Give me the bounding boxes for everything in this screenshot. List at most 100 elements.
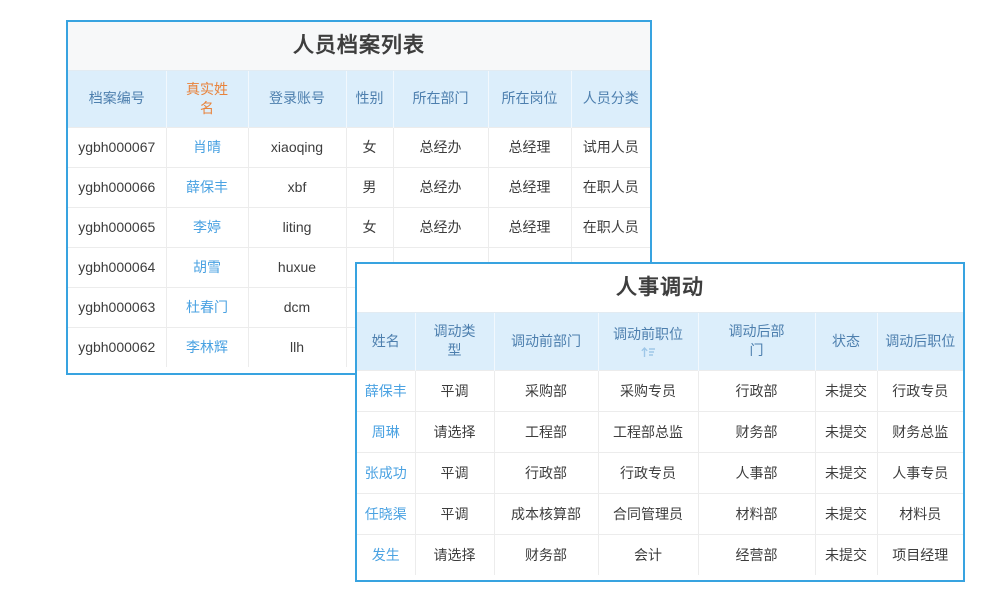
cell-position-before: 采购专员: [598, 370, 698, 411]
column-header-dept-before: 调动前部门: [494, 313, 598, 370]
cell-position-after: 财务总监: [877, 411, 963, 452]
column-header-category: 人员分类: [571, 71, 650, 127]
column-header-dept-after: 调动后部 门: [698, 313, 815, 370]
name-link[interactable]: 任晓渠: [365, 506, 407, 522]
column-header-position-after: 调动后职位: [877, 313, 963, 370]
name-link[interactable]: 发生: [372, 547, 400, 563]
column-label: 登录账号: [269, 89, 325, 108]
header-row: 档案编号 真实姓 名 登录账号 性别所在部门所在岗位 人员分类: [68, 71, 650, 127]
real-name-link[interactable]: 肖晴: [193, 139, 221, 155]
archive-panel-title: 人员档案列表: [68, 22, 650, 71]
cell-category: 在职人员: [571, 207, 650, 247]
cell-name: 张成功: [357, 452, 415, 493]
cell-name: 发生: [357, 534, 415, 575]
sort-icon[interactable]: [640, 346, 656, 358]
real-name-link[interactable]: 杜春门: [186, 299, 228, 315]
column-label: 档案编号: [89, 89, 145, 108]
table-row: 薛保丰平调采购部采购专员行政部未提交行政专员: [357, 370, 963, 411]
cell-dept-before: 财务部: [494, 534, 598, 575]
cell-status: 未提交: [815, 411, 877, 452]
cell-position-before: 行政专员: [598, 452, 698, 493]
cell-login-account: liting: [248, 207, 346, 247]
cell-dept-after: 行政部: [698, 370, 815, 411]
column-header-department: 所在部门: [393, 71, 488, 127]
cell-dept-after: 材料部: [698, 493, 815, 534]
table-row: 周琳请选择工程部工程部总监财务部未提交财务总监: [357, 411, 963, 452]
column-header-transfer-type: 调动类 型: [415, 313, 494, 370]
cell-position-after: 项目经理: [877, 534, 963, 575]
column-header-position: 所在岗位: [488, 71, 571, 127]
cell-dept-before: 采购部: [494, 370, 598, 411]
cell-login-account: huxue: [248, 247, 346, 287]
cell-position-after: 材料员: [877, 493, 963, 534]
cell-name: 薛保丰: [357, 370, 415, 411]
cell-transfer-type[interactable]: 请选择: [415, 411, 494, 452]
column-header-real-name: 真实姓 名: [166, 71, 248, 127]
cell-status: 未提交: [815, 534, 877, 575]
cell-archive-no: ygbh000066: [68, 167, 166, 207]
cell-category: 试用人员: [571, 127, 650, 167]
column-label: 真实姓 名: [186, 80, 228, 118]
name-link[interactable]: 薛保丰: [365, 383, 407, 399]
cell-transfer-type[interactable]: 请选择: [415, 534, 494, 575]
table-row: 张成功平调行政部行政专员人事部未提交人事专员: [357, 452, 963, 493]
real-name-link[interactable]: 胡雪: [193, 259, 221, 275]
column-label: 所在岗位: [502, 89, 558, 108]
cell-real-name: 肖晴: [166, 127, 248, 167]
cell-transfer-type[interactable]: 平调: [415, 370, 494, 411]
cell-archive-no: ygbh000064: [68, 247, 166, 287]
table-row: 任晓渠平调成本核算部合同管理员材料部未提交材料员: [357, 493, 963, 534]
cell-real-name: 薛保丰: [166, 167, 248, 207]
cell-position-after: 人事专员: [877, 452, 963, 493]
cell-archive-no: ygbh000067: [68, 127, 166, 167]
column-header-archive-no: 档案编号: [68, 71, 166, 127]
table-row: ygbh000067肖晴xiaoqing女总经办总经理试用人员: [68, 127, 650, 167]
column-header-position-before[interactable]: 调动前职位: [598, 313, 698, 370]
column-label: 人员分类: [583, 89, 639, 108]
cell-login-account: xbf: [248, 167, 346, 207]
cell-name: 周琳: [357, 411, 415, 452]
cell-real-name: 胡雪: [166, 247, 248, 287]
cell-position-before: 工程部总监: [598, 411, 698, 452]
column-label: 调动前职位: [613, 325, 683, 344]
cell-transfer-type[interactable]: 平调: [415, 493, 494, 534]
cell-position: 总经理: [488, 207, 571, 247]
column-label: 姓名: [372, 332, 400, 351]
column-label: 调动后部 门: [729, 322, 785, 360]
cell-archive-no: ygbh000062: [68, 327, 166, 367]
cell-dept-before: 成本核算部: [494, 493, 598, 534]
real-name-link[interactable]: 李林辉: [186, 339, 228, 355]
cell-real-name: 李林辉: [166, 327, 248, 367]
cell-login-account: dcm: [248, 287, 346, 327]
cell-status: 未提交: [815, 452, 877, 493]
cell-dept-before: 工程部: [494, 411, 598, 452]
cell-gender: 男: [346, 167, 393, 207]
cell-position-before: 会计: [598, 534, 698, 575]
cell-real-name: 杜春门: [166, 287, 248, 327]
cell-position: 总经理: [488, 167, 571, 207]
cell-dept-before: 行政部: [494, 452, 598, 493]
column-label: 性别: [356, 89, 384, 108]
column-label: 调动类 型: [434, 322, 476, 360]
cell-category: 在职人员: [571, 167, 650, 207]
real-name-link[interactable]: 李婷: [193, 219, 221, 235]
cell-department: 总经办: [393, 127, 488, 167]
table-row: 发生请选择财务部会计经营部未提交项目经理: [357, 534, 963, 575]
cell-login-account: llh: [248, 327, 346, 367]
cell-archive-no: ygbh000063: [68, 287, 166, 327]
header-row: 姓名调动类 型调动前部门调动前职位调动后部 门状态调动后职位: [357, 313, 963, 370]
cell-department: 总经办: [393, 207, 488, 247]
cell-archive-no: ygbh000065: [68, 207, 166, 247]
column-header-name: 姓名: [357, 313, 415, 370]
cell-position-before: 合同管理员: [598, 493, 698, 534]
name-link[interactable]: 周琳: [372, 424, 400, 440]
cell-transfer-type[interactable]: 平调: [415, 452, 494, 493]
name-link[interactable]: 张成功: [365, 465, 407, 481]
cell-real-name: 李婷: [166, 207, 248, 247]
cell-position-after: 行政专员: [877, 370, 963, 411]
real-name-link[interactable]: 薛保丰: [186, 179, 228, 195]
cell-status: 未提交: [815, 370, 877, 411]
cell-login-account: xiaoqing: [248, 127, 346, 167]
cell-dept-after: 人事部: [698, 452, 815, 493]
cell-name: 任晓渠: [357, 493, 415, 534]
